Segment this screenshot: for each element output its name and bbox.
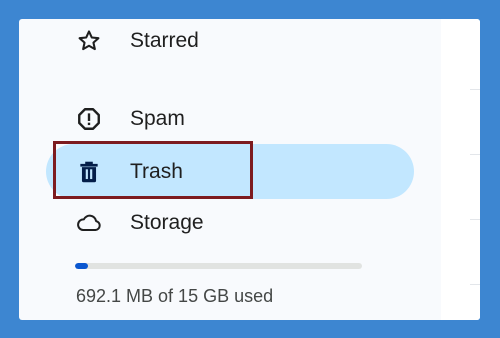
sidebar-panel: Starred Spam Trash Storage 692.1 MB of 1…: [19, 19, 480, 320]
star-icon: [76, 28, 102, 54]
trash-icon: [76, 159, 102, 185]
main-content-edge: [441, 19, 480, 320]
sidebar-item-label: Storage: [130, 211, 204, 234]
sidebar-item-label: Trash: [130, 159, 183, 183]
sidebar-item-starred[interactable]: Starred: [19, 19, 419, 67]
sidebar-item-spam[interactable]: Spam: [19, 93, 419, 145]
divider: [470, 219, 480, 220]
sidebar-item-label: Starred: [130, 29, 199, 52]
sidebar-item-trash[interactable]: Trash: [46, 144, 414, 199]
divider: [470, 154, 480, 155]
storage-usage-text: 692.1 MB of 15 GB used: [76, 286, 274, 306]
divider: [470, 89, 480, 90]
sidebar-item-label: Spam: [130, 107, 185, 130]
sidebar-item-storage[interactable]: Storage: [19, 197, 419, 249]
storage-progress-fill: [75, 263, 88, 269]
storage-progress-bar: [75, 263, 362, 269]
cloud-icon: [76, 210, 102, 236]
spam-icon: [76, 106, 102, 132]
divider: [470, 284, 480, 285]
